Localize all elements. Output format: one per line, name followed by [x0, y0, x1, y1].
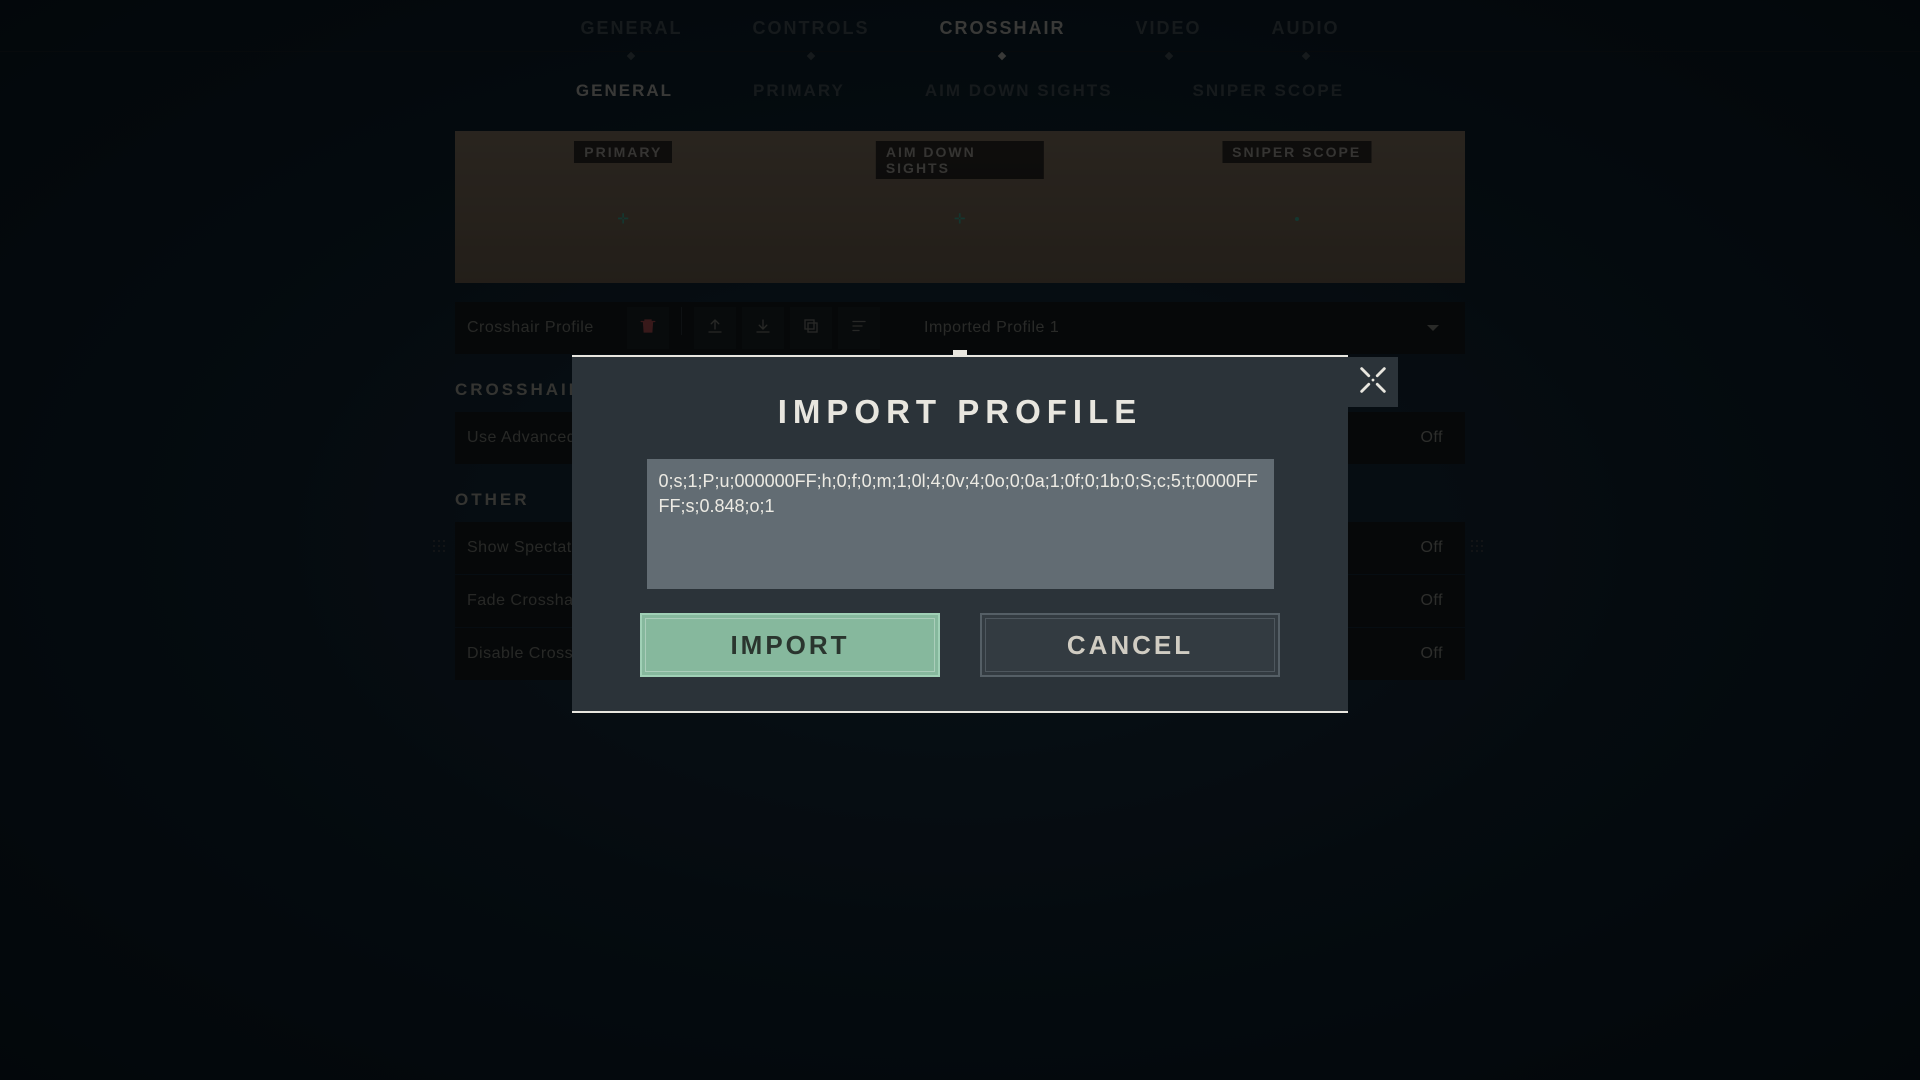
- modal-title: IMPORT PROFILE: [602, 393, 1318, 431]
- import-button-label: IMPORT: [730, 630, 849, 661]
- import-button[interactable]: IMPORT: [640, 613, 940, 677]
- import-profile-modal: IMPORT PROFILE IMPORT CANCEL: [572, 355, 1348, 713]
- modal-notch: [953, 350, 967, 355]
- cancel-button[interactable]: CANCEL: [980, 613, 1280, 677]
- close-x-icon: [1356, 363, 1390, 402]
- cancel-button-label: CANCEL: [1067, 630, 1193, 661]
- modal-close-button[interactable]: [1348, 357, 1398, 407]
- profile-code-input[interactable]: [647, 459, 1274, 589]
